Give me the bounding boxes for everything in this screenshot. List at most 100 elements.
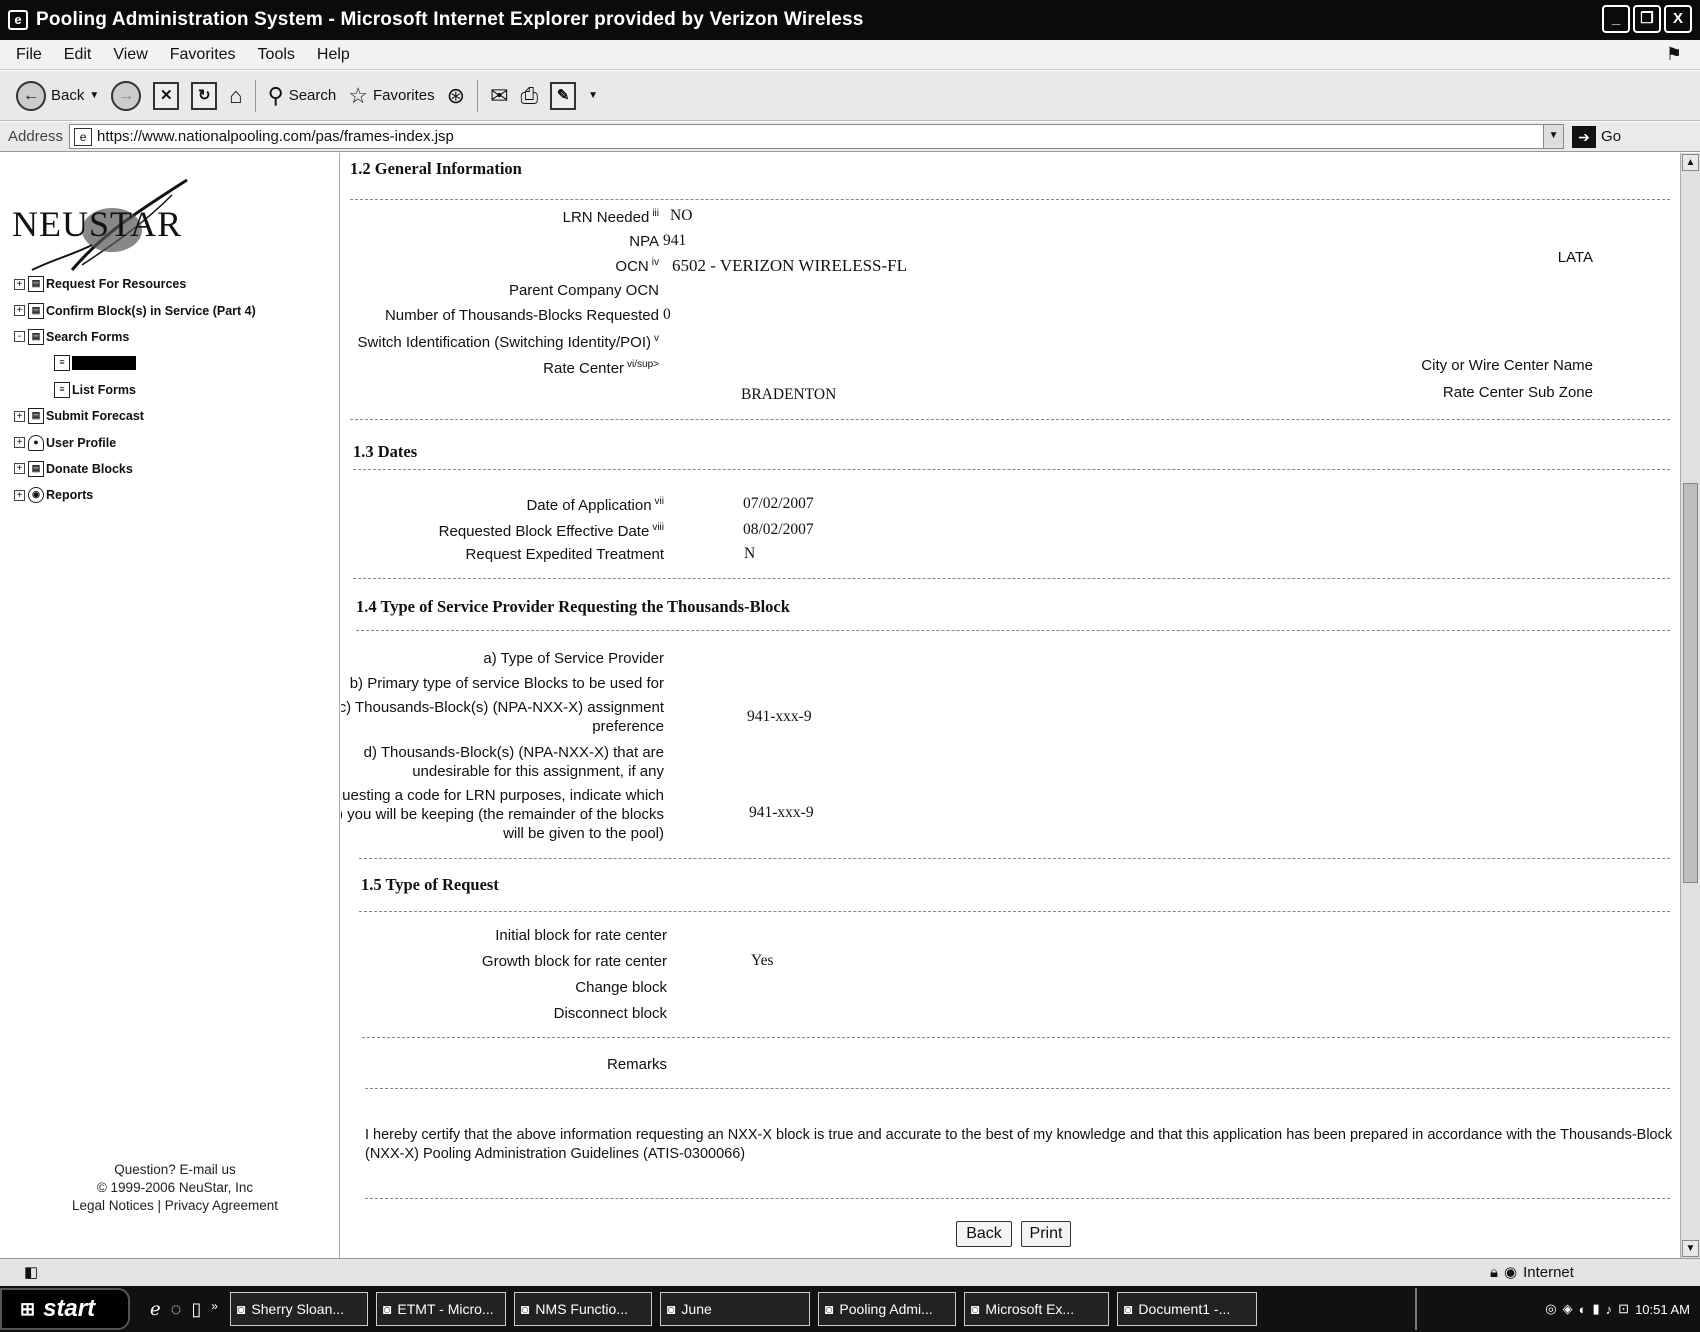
- more-dropdown-icon[interactable]: ▼: [588, 90, 598, 101]
- clock[interactable]: 10:51 AM: [1635, 1302, 1690, 1317]
- go-label: Go: [1601, 128, 1622, 145]
- taskbar-item[interactable]: ◙ Microsoft Ex...: [963, 1292, 1109, 1326]
- expand-icon[interactable]: +: [14, 410, 25, 422]
- num-blocks-label: Number of Thousands-Blocks Requested: [384, 307, 659, 324]
- address-input[interactable]: e https://www.nationalpooling.com/pas/fr…: [69, 124, 1565, 149]
- menu-edit[interactable]: Edit: [64, 46, 92, 64]
- taskbar-item[interactable]: ◙ Sherry Sloan...: [229, 1292, 368, 1326]
- quicklaunch-more-icon[interactable]: »: [211, 1299, 218, 1320]
- assignment-preference-label: c) Thousands-Block(s) (NPA-NXX-X) assign…: [341, 699, 664, 735]
- menu-help[interactable]: Help: [317, 46, 350, 64]
- app-icon: ◙: [824, 1301, 834, 1317]
- menu-view[interactable]: View: [113, 46, 147, 64]
- taskbar-item[interactable]: ◙ Pooling Admi...: [817, 1292, 956, 1326]
- print-icon[interactable]: ⎙: [521, 83, 539, 108]
- divider: [350, 199, 1670, 200]
- edit-icon[interactable]: ✎: [550, 81, 577, 110]
- start-button[interactable]: ⊞ start: [0, 1288, 130, 1330]
- vertical-scrollbar[interactable]: ▲ ▼: [1680, 153, 1700, 1258]
- date-of-application-value: 07/02/2007: [743, 495, 814, 512]
- scroll-down-icon[interactable]: ▼: [1682, 1240, 1699, 1257]
- search-toolbar-label: Search: [288, 87, 337, 104]
- lrn-needed-label: LRN Needed iii: [562, 208, 659, 226]
- divider: [365, 1198, 1670, 1199]
- outlook-quicklaunch-icon[interactable]: ◌: [171, 1299, 182, 1320]
- favorites-toolbar-button[interactable]: ☆ Favorites: [348, 82, 434, 108]
- sidebar-item-request-for-resources[interactable]: + ▤ Request For Resources: [14, 271, 256, 297]
- minimize-button[interactable]: _: [1602, 5, 1630, 33]
- sidebar-item-reports[interactable]: + ◉ Reports: [14, 482, 256, 508]
- back-button[interactable]: Back: [956, 1221, 1012, 1247]
- expand-icon[interactable]: +: [14, 437, 25, 449]
- parent-ocn-label: Parent Company OCN: [508, 282, 659, 299]
- expand-icon[interactable]: +: [14, 463, 25, 475]
- folder-open-icon: ▤: [28, 328, 44, 345]
- maximize-button[interactable]: ❐: [1633, 5, 1661, 33]
- refresh-icon[interactable]: ↻: [191, 81, 218, 110]
- lrn-keep-blocks-value: 941-xxx-9: [749, 804, 814, 821]
- history-icon[interactable]: ⊛: [447, 83, 465, 108]
- go-button[interactable]: ➔ Go: [1572, 125, 1622, 148]
- ocn-value: 6502 - VERIZON WIRELESS-FL: [672, 256, 908, 275]
- back-toolbar-button[interactable]: ← Back ▼: [16, 80, 99, 111]
- expand-icon[interactable]: +: [14, 278, 25, 290]
- stop-icon[interactable]: ✕: [153, 81, 180, 110]
- menu-favorites[interactable]: Favorites: [170, 46, 236, 64]
- sidebar-item-selected-form[interactable]: ≡: [14, 350, 256, 376]
- neustar-logo-text: NEUSTAR: [12, 204, 183, 244]
- volume-icon[interactable]: ♪: [1606, 1302, 1613, 1317]
- ie-quicklaunch-icon[interactable]: ℯ: [150, 1299, 161, 1320]
- back-dropdown-icon[interactable]: ▼: [89, 90, 99, 101]
- divider: [359, 858, 1670, 859]
- globe-icon: ◉: [1503, 1264, 1518, 1281]
- window-title-bar[interactable]: e Pooling Administration System - Micros…: [0, 0, 1700, 40]
- favorites-star-icon: ☆: [348, 82, 368, 108]
- growth-block-value: Yes: [751, 952, 774, 969]
- expand-icon[interactable]: +: [14, 489, 25, 501]
- forward-arrow-icon[interactable]: →: [111, 80, 142, 111]
- menu-file[interactable]: File: [16, 46, 42, 64]
- taskbar-item[interactable]: ◙ Document1 -...: [1116, 1292, 1257, 1326]
- address-dropdown-icon[interactable]: ▼: [1543, 125, 1564, 148]
- quick-launch: ℯ ◌ ▯ »: [150, 1299, 218, 1320]
- sidebar-item-search-forms[interactable]: - ▤ Search Forms: [14, 324, 256, 350]
- address-url: https://www.nationalpooling.com/pas/fram…: [97, 128, 454, 145]
- sidebar-item-submit-forecast[interactable]: + ▤ Submit Forecast: [14, 403, 256, 429]
- document-icon: ≡: [54, 381, 70, 398]
- contact-email-link[interactable]: Question? E-mail us: [60, 1161, 290, 1179]
- tray-icon[interactable]: ◐: [1579, 1302, 1587, 1317]
- network-icon[interactable]: ⊡: [1618, 1301, 1629, 1317]
- sidebar-nav: + ▤ Request For Resources + ▤ Confirm Bl…: [14, 271, 256, 509]
- taskbar-item[interactable]: ◙ ETMT - Micro...: [375, 1292, 506, 1326]
- initial-block-label: Initial block for rate center: [495, 927, 667, 944]
- section-title-dates: 1.3 Dates: [353, 442, 418, 461]
- app-icon: ◙: [666, 1301, 676, 1317]
- app-icon: ◙: [520, 1301, 530, 1317]
- search-toolbar-button[interactable]: ⚲ Search: [268, 83, 337, 108]
- taskbar-item[interactable]: ◙ NMS Functio...: [513, 1292, 652, 1326]
- tray-icon[interactable]: ◎: [1545, 1301, 1556, 1317]
- tray-icon[interactable]: ▮: [1593, 1301, 1600, 1317]
- scroll-thumb[interactable]: [1683, 483, 1698, 883]
- sidebar-item-list-forms[interactable]: ≡ List Forms: [14, 377, 256, 403]
- print-button[interactable]: Print: [1021, 1221, 1071, 1247]
- legal-links[interactable]: Legal Notices | Privacy Agreement: [60, 1197, 290, 1215]
- scroll-up-icon[interactable]: ▲: [1682, 154, 1699, 171]
- taskbar-item[interactable]: ◙ June: [659, 1292, 810, 1326]
- section-title-provider: 1.4 Type of Service Provider Requesting …: [356, 597, 790, 616]
- sidebar-item-label: Request For Resources: [46, 277, 187, 292]
- sidebar-item-user-profile[interactable]: + ● User Profile: [14, 429, 256, 455]
- menu-tools[interactable]: Tools: [258, 46, 295, 64]
- home-icon[interactable]: ⌂: [229, 83, 242, 108]
- close-button[interactable]: X: [1664, 5, 1692, 33]
- collapse-icon[interactable]: -: [14, 331, 25, 343]
- expand-icon[interactable]: +: [14, 305, 25, 317]
- tray-icon[interactable]: ◈: [1563, 1301, 1573, 1317]
- mail-icon[interactable]: ✉: [490, 83, 508, 108]
- sidebar-item-donate-blocks[interactable]: + ▤ Donate Blocks: [14, 456, 256, 482]
- app-icon: ◙: [1123, 1301, 1133, 1317]
- desktop-quicklaunch-icon[interactable]: ▯: [191, 1299, 201, 1320]
- menu-bar: File Edit View Favorites Tools Help ⚑: [0, 40, 1700, 70]
- sidebar-item-confirm-blocks[interactable]: + ▤ Confirm Block(s) in Service (Part 4): [14, 297, 256, 323]
- section-title-request: 1.5 Type of Request: [361, 875, 499, 894]
